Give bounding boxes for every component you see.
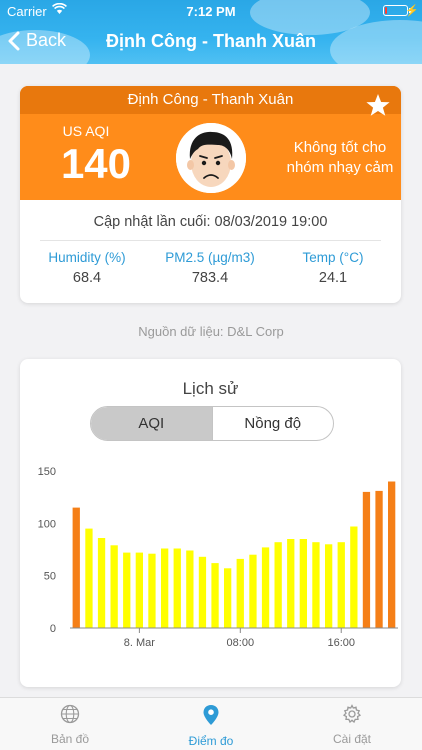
- battery-icon: [383, 5, 408, 16]
- temp-value: 24.1: [318, 270, 348, 286]
- aqi-status: Không tốt cho nhóm nhạy cảm: [286, 139, 394, 176]
- humidity-label: Humidity (%): [48, 250, 126, 265]
- chart-bar: [198, 556, 207, 628]
- pm25-label: PM2.5 (µg/m3): [165, 250, 255, 265]
- humidity-value: 68.4: [72, 270, 102, 286]
- tab-settings-label: Cài đặt: [332, 732, 372, 746]
- last-updated: Cập nhật lần cuối: 08/03/2019 19:00: [93, 214, 328, 230]
- header: Carrier 7:12 PM ⚡ Back Định Công - Thanh…: [0, 0, 422, 64]
- chart-bar: [350, 526, 358, 628]
- chart-bar: [224, 568, 232, 628]
- chart-bar: [161, 548, 169, 628]
- humidity-metric: Humidity (%) 68.4: [22, 250, 152, 286]
- data-source: Nguồn dữ liệu: D&L Corp: [138, 324, 284, 339]
- chart-bar: [261, 547, 270, 628]
- chart-bar: [249, 554, 257, 628]
- y-tick-label: 100: [38, 518, 56, 530]
- divider: [40, 240, 381, 241]
- x-tick-label: 08:00: [227, 637, 255, 649]
- chart-bar: [135, 552, 143, 628]
- chart-bar: [85, 528, 93, 628]
- chart-bar: [274, 542, 282, 628]
- globe-icon: [60, 704, 80, 724]
- gear-icon: [342, 704, 362, 724]
- charging-icon: ⚡: [405, 5, 419, 17]
- chart-bar: [299, 539, 307, 628]
- x-tick-label: 8. Mar: [124, 637, 156, 649]
- chart-bar: [337, 542, 345, 628]
- page-title: Định Công - Thanh Xuân: [106, 31, 316, 51]
- history-card: Lịch sử AQI Nồng độ 0 50 100 150 8. Mar 08:00…: [20, 359, 401, 687]
- chart-bar: [362, 491, 371, 628]
- chart-bar: [173, 548, 181, 628]
- clock: 7:12 PM: [186, 4, 236, 19]
- aqi-history-chart: 0 50 100 150 8. Mar 08:00 16:00: [38, 466, 398, 649]
- chart-bar: [211, 563, 219, 628]
- status-bar: Carrier 7:12 PM ⚡: [0, 0, 422, 22]
- chart-bar: [388, 481, 396, 628]
- chart-bar: [72, 507, 80, 628]
- favorite-star-icon[interactable]: [365, 93, 391, 117]
- tab-bar: Bản đồ Điểm đo Cài đặt: [0, 697, 422, 750]
- map-pin-icon: [203, 705, 219, 725]
- aqi-value: 140: [60, 140, 132, 187]
- chart-bar: [110, 545, 118, 628]
- pm25-metric: PM2.5 (µg/m3) 783.4: [145, 250, 275, 286]
- aqi-label: US AQI: [62, 123, 110, 139]
- tab-stations-label: Điểm đo: [188, 734, 234, 748]
- chart-bar: [186, 550, 194, 628]
- chart-bar: [325, 544, 333, 628]
- y-tick-label: 0: [50, 623, 56, 635]
- tab-map-label: Bản đồ: [50, 732, 90, 746]
- tab-stations[interactable]: Điểm đo: [141, 704, 281, 748]
- chart-bar: [287, 539, 295, 628]
- chart-bar: [123, 552, 131, 628]
- tab-map[interactable]: Bản đồ: [0, 704, 140, 746]
- aqi-card: Định Công - Thanh Xuân US AQI 140 Không …: [20, 86, 401, 303]
- sad-face-icon: [176, 123, 246, 193]
- chart-bar: [97, 538, 106, 628]
- chart-bar: [375, 490, 383, 628]
- chart-bar: [312, 542, 320, 628]
- pm25-value: 783.4: [191, 270, 229, 286]
- temp-metric: Temp (°C) 24.1: [268, 250, 398, 286]
- x-tick-label: 16:00: [327, 637, 355, 649]
- temp-label: Temp (°C): [302, 250, 364, 265]
- y-tick-label: 150: [38, 466, 56, 478]
- chart-bar: [148, 553, 156, 628]
- chart-bar: [236, 558, 244, 628]
- y-tick-label: 50: [44, 571, 56, 583]
- station-name: Định Công - Thanh Xuân: [20, 86, 401, 114]
- tab-settings[interactable]: Cài đặt: [282, 704, 422, 746]
